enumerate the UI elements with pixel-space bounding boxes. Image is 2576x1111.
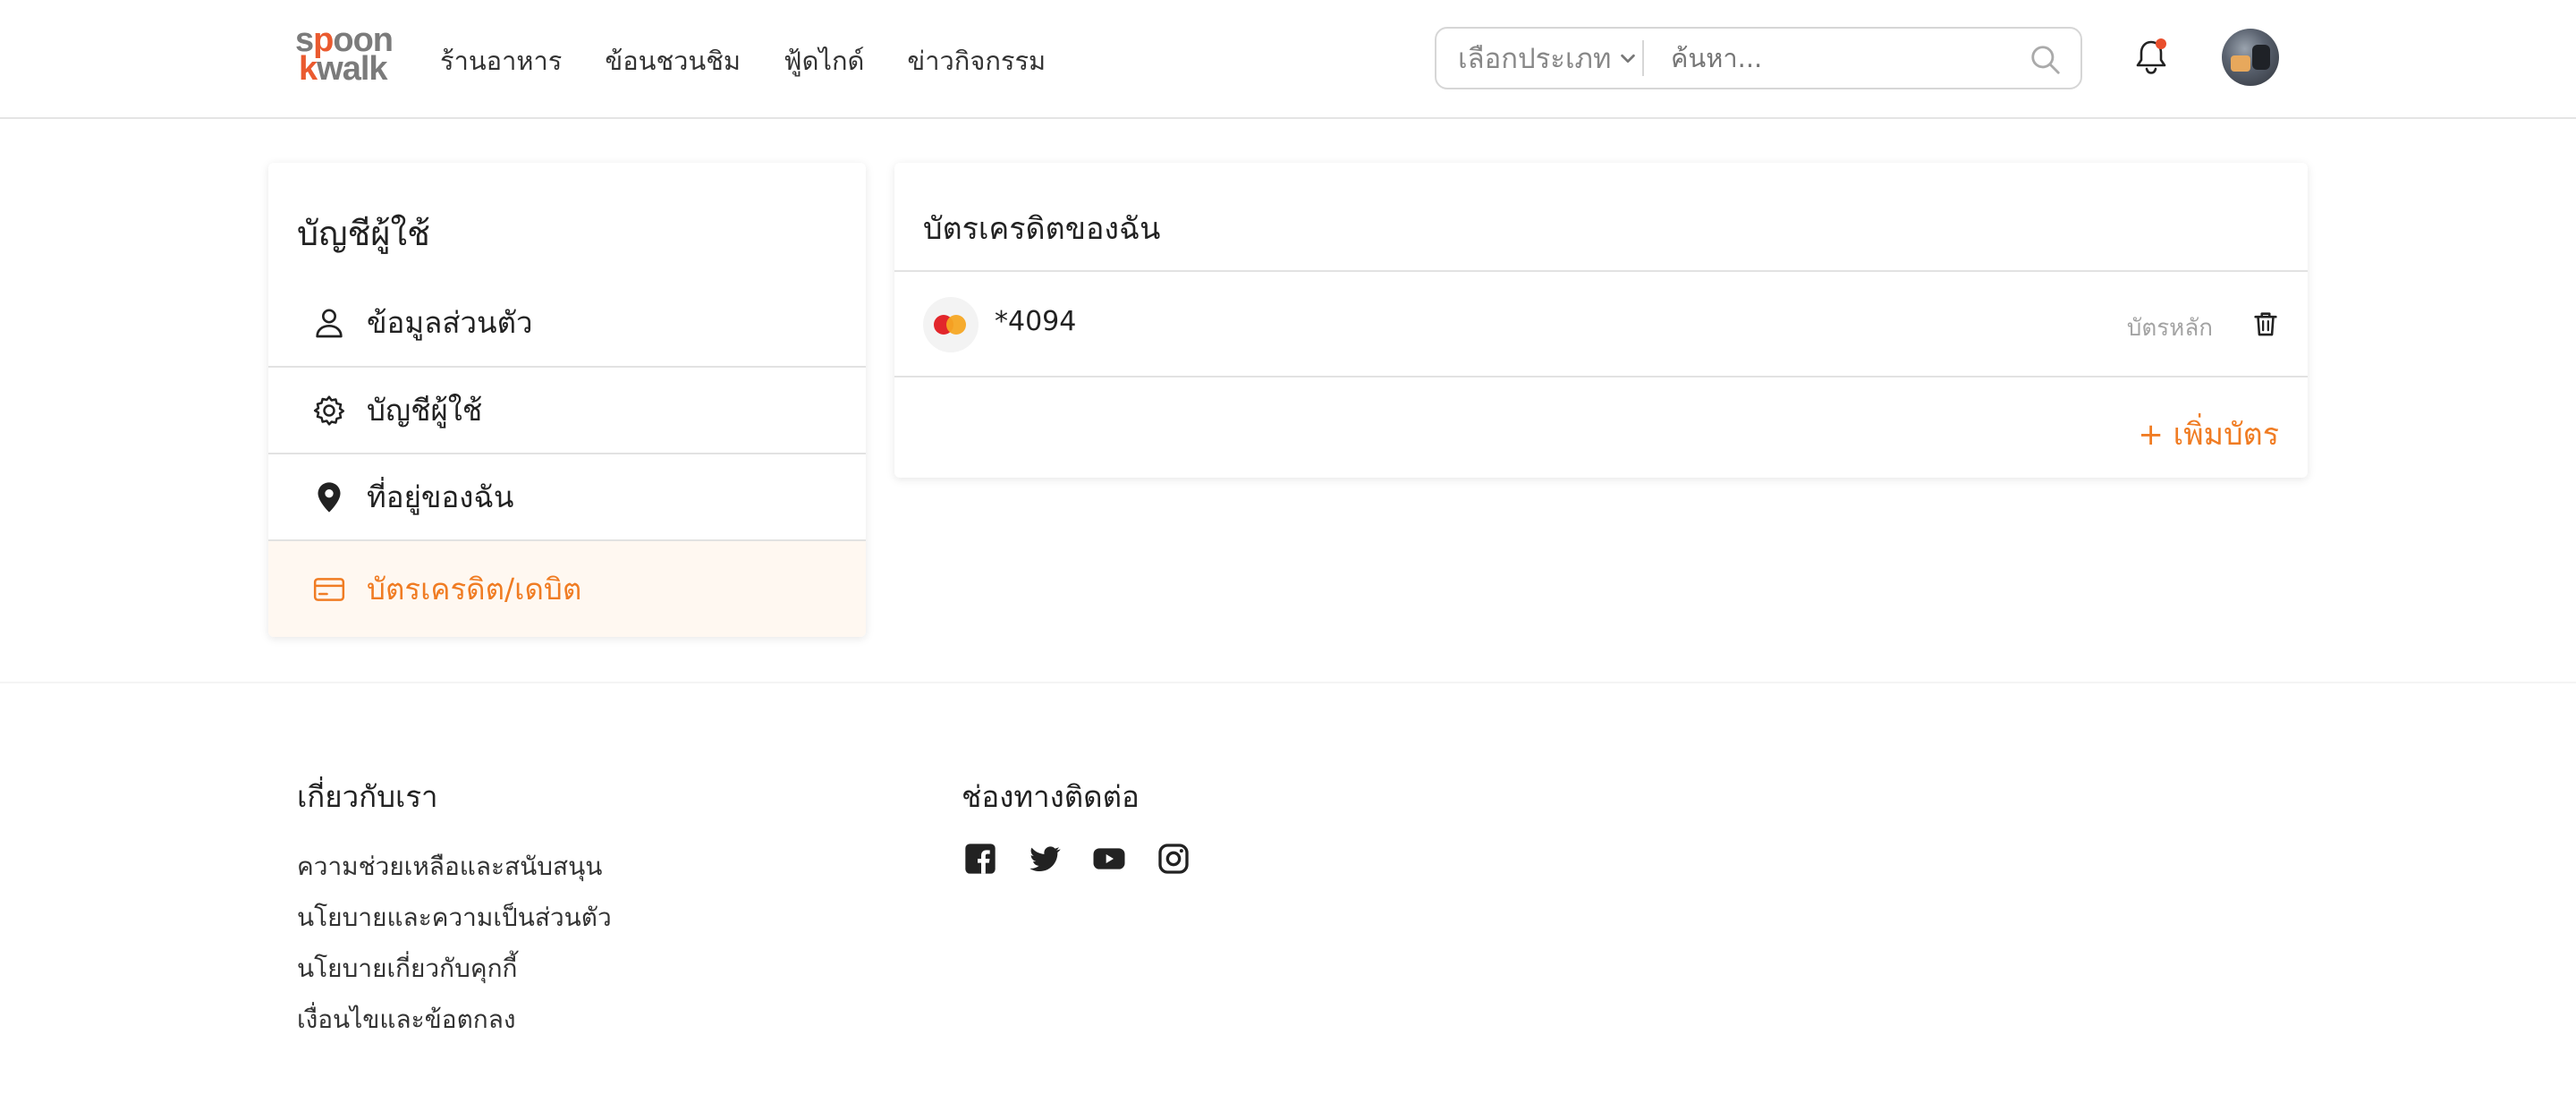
- sidebar-item-account[interactable]: บัญชีผู้ใช้: [268, 366, 866, 453]
- youtube-icon[interactable]: [1091, 841, 1127, 877]
- gear-icon: [309, 391, 349, 430]
- card-row: *4094 บัตรหลัก: [894, 272, 2308, 376]
- footer-contact-title: ช่องทางติดต่อ: [962, 779, 1140, 814]
- map-pin-icon: [309, 478, 349, 517]
- nav-news-events[interactable]: ข่าวกิจกรรม: [907, 43, 1046, 79]
- twitter-icon[interactable]: [1027, 841, 1063, 877]
- facebook-icon[interactable]: [962, 841, 998, 877]
- category-select-label: เลือกประเภท: [1458, 43, 1612, 75]
- panel-title: บัตรเครดิตของฉัน: [923, 211, 1161, 247]
- nav-recommendations[interactable]: ข้อนชวนชิม: [605, 43, 741, 79]
- user-avatar[interactable]: [2222, 29, 2279, 86]
- card-number: *4094: [995, 306, 1077, 337]
- site-footer: เกี่ยวกับเรา ความช่วยเหลือและสนับสนุน นโ…: [0, 682, 2576, 1111]
- trash-icon[interactable]: [2250, 308, 2281, 340]
- logo-line-2: kwalk: [299, 50, 388, 88]
- divider: [894, 376, 2308, 377]
- chevron-down-icon: [1621, 54, 1636, 64]
- footer-about-title: เกี่ยวกับเรา: [297, 779, 438, 814]
- sidebar-item-credit-card[interactable]: บัตรเครดิต/เดบิต: [268, 539, 866, 637]
- nav-food-guide[interactable]: ฟู้ดไกด์: [784, 43, 864, 79]
- social-links: [962, 841, 1191, 877]
- sidebar-item-personal-info[interactable]: ข้อมูลส่วนตัว: [268, 279, 866, 366]
- instagram-icon[interactable]: [1156, 841, 1191, 877]
- my-cards-panel: บัตรเครดิตของฉัน *4094 บัตรหลัก + เพิ่มบ…: [894, 163, 2308, 478]
- search-bar: เลือกประเภท: [1435, 27, 2082, 89]
- footer-link-terms[interactable]: เงื่อนไขและข้อตกลง: [297, 994, 612, 1045]
- primary-card-badge: บัตรหลัก: [2126, 315, 2213, 342]
- search-icon[interactable]: [2029, 43, 2063, 77]
- account-sidebar: บัญชีผู้ใช้ ข้อมูลส่วนตัว บัญชีผู้ใช้ ที…: [268, 163, 866, 637]
- user-icon: [309, 303, 349, 343]
- search-input[interactable]: [1644, 43, 2002, 73]
- sidebar-item-label: บัญชีผู้ใช้: [367, 393, 483, 428]
- credit-card-icon: [309, 570, 349, 609]
- footer-links: ความช่วยเหลือและสนับสนุน นโยบายและความเป…: [297, 841, 612, 1045]
- add-card-button[interactable]: + เพิ่มบัตร: [2138, 410, 2279, 458]
- category-select[interactable]: เลือกประเภท: [1436, 36, 1642, 81]
- nav-restaurants[interactable]: ร้านอาหาร: [440, 43, 562, 79]
- footer-link-privacy[interactable]: นโยบายและความเป็นส่วนตัว: [297, 892, 612, 943]
- sidebar-title: บัญชีผู้ใช้: [297, 214, 430, 253]
- footer-link-cookies[interactable]: นโยบายเกี่ยวกับคุกกี้: [297, 943, 612, 994]
- top-header: spoon kwalk ร้านอาหาร ข้อนชวนชิม ฟู้ดไกด…: [0, 0, 2576, 119]
- main-nav: ร้านอาหาร ข้อนชวนชิม ฟู้ดไกด์ ข่าวกิจกรร…: [440, 43, 1046, 79]
- spoonwalk-logo[interactable]: spoon kwalk: [295, 23, 401, 86]
- sidebar-item-label: บัตรเครดิต/เดบิต: [367, 572, 582, 606]
- sidebar-item-label: ข้อมูลส่วนตัว: [367, 305, 533, 340]
- sidebar-item-label: ที่อยู่ของฉัน: [367, 479, 514, 514]
- sidebar-item-address[interactable]: ที่อยู่ของฉัน: [268, 453, 866, 539]
- footer-link-support[interactable]: ความช่วยเหลือและสนับสนุน: [297, 841, 612, 892]
- mastercard-icon: [923, 297, 979, 352]
- notification-bell-icon[interactable]: [2129, 36, 2174, 81]
